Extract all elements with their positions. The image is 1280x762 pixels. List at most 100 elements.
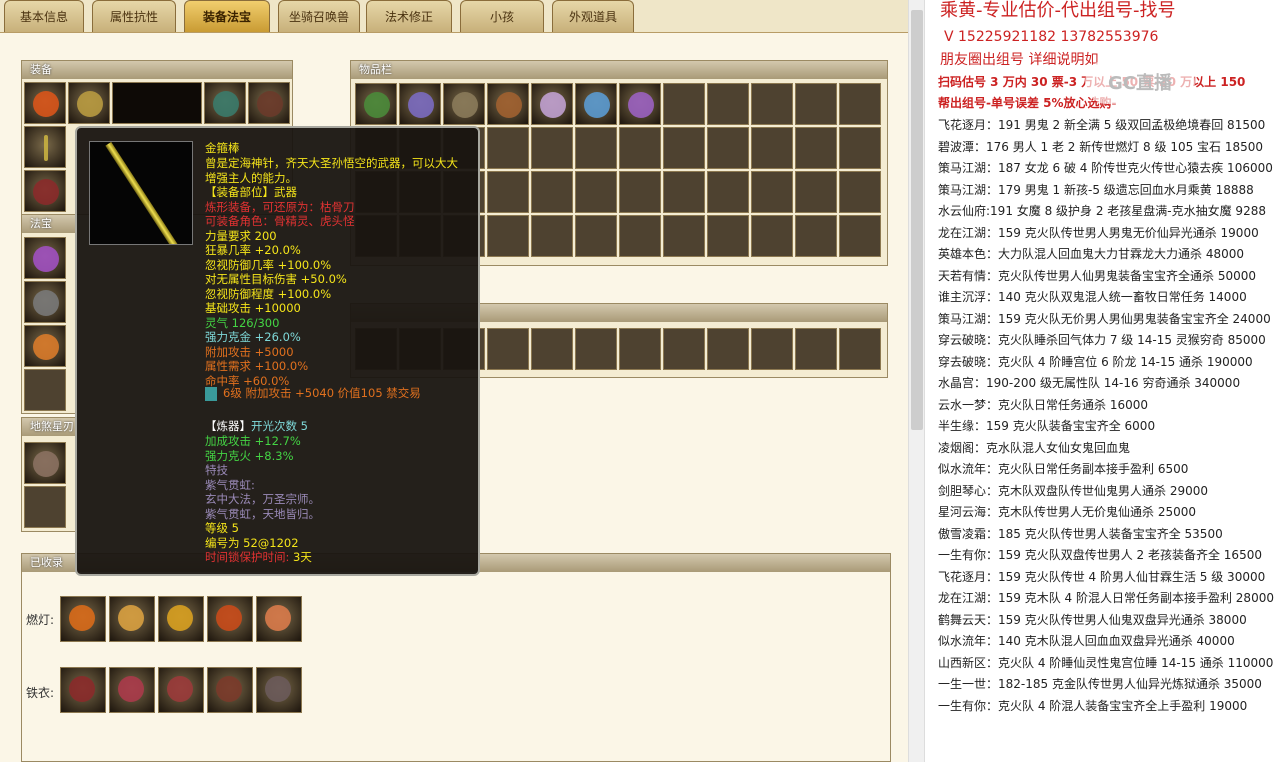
entry-line: 星河云海：克木队传世男人无价鬼仙通杀 25000 xyxy=(938,505,1196,519)
collected-item[interactable] xyxy=(256,596,302,642)
tab-equipment[interactable]: 装备法宝 xyxy=(184,0,270,32)
refine-label: 【炼器】 xyxy=(205,419,251,433)
fabao-slot-empty[interactable] xyxy=(24,369,66,411)
fabao-slot[interactable] xyxy=(24,281,66,323)
storage-slot-empty[interactable] xyxy=(795,328,837,370)
inventory-item[interactable] xyxy=(443,83,485,125)
storage-slot-empty[interactable] xyxy=(487,328,529,370)
collected-item[interactable] xyxy=(256,667,302,713)
inventory-slot-empty[interactable] xyxy=(663,127,705,169)
inventory-slot-empty[interactable] xyxy=(575,127,617,169)
inventory-slot-empty[interactable] xyxy=(487,171,529,213)
storage-slot-empty[interactable] xyxy=(839,328,881,370)
attr-line: 灵气 126/300 xyxy=(205,315,280,330)
inventory-slot-empty[interactable] xyxy=(839,215,881,257)
inventory-slot-empty[interactable] xyxy=(487,215,529,257)
fabao-slot[interactable] xyxy=(24,237,66,279)
refine-count: 开光次数 5 xyxy=(251,419,308,433)
tab-basic-info[interactable]: 基本信息 xyxy=(4,0,84,32)
inventory-slot-empty[interactable] xyxy=(751,127,793,169)
collected-item[interactable] xyxy=(207,667,253,713)
item-icon xyxy=(216,605,242,631)
entry-line: 飞花逐月：159 克火队传世 4 阶男人仙甘霖生活 5 级 30000 xyxy=(938,569,1266,584)
entry-line: 水云仙府:191 女魔 8 级护身 2 老孩星盘满-克水抽女魔 9288 xyxy=(938,204,1266,218)
inventory-item[interactable] xyxy=(487,83,529,125)
inventory-slot-empty[interactable] xyxy=(575,215,617,257)
attr-line: 强力克金 +26.0% xyxy=(205,330,301,344)
refine-line: 玄中大法，万圣宗师。 xyxy=(205,492,320,506)
collected-item[interactable] xyxy=(109,667,155,713)
tab-mounts[interactable]: 坐骑召唤兽 xyxy=(278,0,360,32)
refine-line: 特技 xyxy=(205,463,228,477)
collected-item[interactable] xyxy=(158,596,204,642)
collected-item[interactable] xyxy=(60,667,106,713)
inventory-slot-empty[interactable] xyxy=(531,127,573,169)
entry-line: 策马江湖：179 男鬼 1 新孩-5 级遗忘回血水月乘黄 18888 xyxy=(938,182,1254,197)
inventory-item[interactable] xyxy=(399,83,441,125)
inventory-item[interactable] xyxy=(355,83,397,125)
didi-slot-empty[interactable] xyxy=(24,486,66,528)
inventory-slot-empty[interactable] xyxy=(707,83,749,125)
collected-item[interactable] xyxy=(158,667,204,713)
storage-slot-empty[interactable] xyxy=(663,328,705,370)
inventory-slot-empty[interactable] xyxy=(751,215,793,257)
didi-slot[interactable] xyxy=(24,442,66,484)
tab-attributes[interactable]: 属性抗性 xyxy=(92,0,176,32)
inventory-slot-empty[interactable] xyxy=(795,171,837,213)
inventory-slot-empty[interactable] xyxy=(707,127,749,169)
entry-line: 龙在江湖：159 克火队传世男人男鬼无价仙异光通杀 19000 xyxy=(938,225,1259,240)
inventory-slot-empty[interactable] xyxy=(795,215,837,257)
inventory-slot-empty[interactable] xyxy=(795,127,837,169)
inventory-slot-empty[interactable] xyxy=(751,171,793,213)
item-image xyxy=(89,141,193,245)
attr-line: 增强主人的能力。 xyxy=(205,170,297,185)
equip-slot[interactable] xyxy=(248,82,290,124)
storage-slot-empty[interactable] xyxy=(619,328,661,370)
inventory-slot-empty[interactable] xyxy=(531,171,573,213)
collected-item[interactable] xyxy=(207,596,253,642)
inventory-slot-empty[interactable] xyxy=(751,83,793,125)
storage-slot-empty[interactable] xyxy=(575,328,617,370)
equip-slot[interactable] xyxy=(204,82,246,124)
collected-item[interactable] xyxy=(109,596,155,642)
entry-line: 穿去破晓：克火队 4 阶睡宫位 6 阶龙 14-15 通杀 190000 xyxy=(938,354,1253,369)
inventory-slot-empty[interactable] xyxy=(839,127,881,169)
inventory-slot-empty[interactable] xyxy=(619,171,661,213)
inventory-slot-empty[interactable] xyxy=(839,171,881,213)
inventory-item[interactable] xyxy=(575,83,617,125)
inventory-slot-empty[interactable] xyxy=(663,171,705,213)
tab-appearance[interactable]: 外观道具 xyxy=(552,0,634,32)
item-icon xyxy=(167,676,193,702)
scroll-thumb[interactable] xyxy=(911,10,923,430)
tab-spell[interactable]: 法术修正 xyxy=(366,0,452,32)
tab-child[interactable]: 小孩 xyxy=(460,0,544,32)
inventory-item[interactable] xyxy=(619,83,661,125)
entry-line: 剑胆琴心：克木队双盘队传世仙鬼男人通杀 29000 xyxy=(938,483,1208,498)
inventory-slot-empty[interactable] xyxy=(619,215,661,257)
storage-slot-empty[interactable] xyxy=(531,328,573,370)
inventory-slot-empty[interactable] xyxy=(575,171,617,213)
equip-slot[interactable] xyxy=(68,82,110,124)
collected-item[interactable] xyxy=(60,596,106,642)
item-icon xyxy=(540,92,566,118)
inventory-slot-empty[interactable] xyxy=(619,127,661,169)
inventory-slot-empty[interactable] xyxy=(663,83,705,125)
inventory-header: 物品栏 xyxy=(351,61,887,79)
fabao-slot[interactable] xyxy=(24,325,66,367)
inventory-item[interactable] xyxy=(531,83,573,125)
entry-line: 英雄本色：大力队混人回血鬼大力甘霖龙大力通杀 48000 xyxy=(938,247,1244,261)
equip-slot[interactable] xyxy=(24,170,66,212)
equip-slot-weapon[interactable] xyxy=(24,126,66,168)
storage-slot-empty[interactable] xyxy=(707,328,749,370)
inventory-slot-empty[interactable] xyxy=(531,215,573,257)
storage-slot-empty[interactable] xyxy=(751,328,793,370)
inventory-slot-empty[interactable] xyxy=(839,83,881,125)
inventory-slot-empty[interactable] xyxy=(707,215,749,257)
inventory-slot-empty[interactable] xyxy=(487,127,529,169)
scrollbar[interactable] xyxy=(908,0,925,762)
inventory-slot-empty[interactable] xyxy=(795,83,837,125)
inventory-slot-empty[interactable] xyxy=(663,215,705,257)
inventory-slot-empty[interactable] xyxy=(707,171,749,213)
item-icon xyxy=(628,92,654,118)
equip-slot[interactable] xyxy=(24,82,66,124)
